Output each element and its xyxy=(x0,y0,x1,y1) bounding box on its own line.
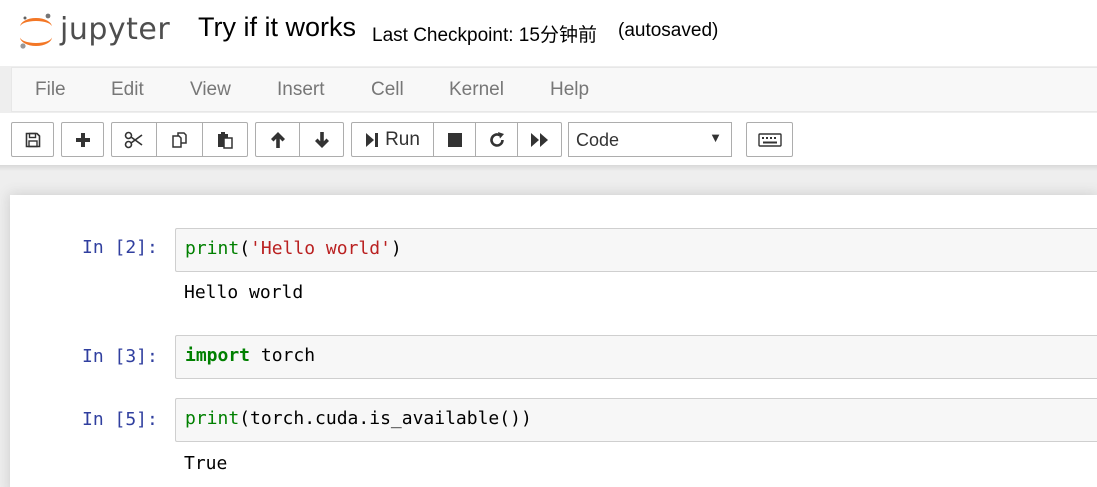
scissors-icon xyxy=(124,131,143,148)
code-text: print(torch.cuda.is_available()) xyxy=(185,408,532,429)
code-token-builtin: print xyxy=(185,408,240,429)
logo-text: jupyter xyxy=(60,12,171,47)
insert-cell-button[interactable] xyxy=(61,122,104,157)
save-icon xyxy=(25,132,40,147)
interrupt-kernel-button[interactable] xyxy=(433,122,476,157)
menu-cell[interactable]: Cell xyxy=(371,79,404,101)
menu-insert[interactable]: Insert xyxy=(277,79,325,101)
run-button[interactable]: Run xyxy=(351,122,434,157)
save-button[interactable] xyxy=(11,122,54,157)
move-up-button[interactable] xyxy=(255,122,300,157)
code-token-paren: ) xyxy=(390,238,402,259)
menu-kernel[interactable]: Kernel xyxy=(449,79,504,101)
run-label: Run xyxy=(385,128,420,150)
keyboard-icon xyxy=(757,132,782,147)
menu-view[interactable]: View xyxy=(190,79,231,101)
code-token-keyword: import xyxy=(185,345,251,366)
cell-type-select[interactable]: Code ▼ xyxy=(568,122,732,157)
jupyter-notebook-app: jupyter Try if it works Last Checkpoint:… xyxy=(0,0,1097,487)
code-input[interactable]: print(torch.cuda.is_available()) xyxy=(175,398,1097,442)
plus-icon xyxy=(75,132,90,147)
move-down-button[interactable] xyxy=(299,122,344,157)
input-prompt: In [2]: xyxy=(82,237,158,258)
copy-icon xyxy=(171,131,187,148)
run-icon xyxy=(366,132,379,147)
restart-run-all-button[interactable] xyxy=(517,122,562,157)
fast-forward-icon xyxy=(530,132,548,147)
code-token-plain: torch xyxy=(250,345,316,366)
arrow-up-icon xyxy=(270,131,285,148)
jupyter-logo-icon xyxy=(20,13,52,49)
menu-file[interactable]: File xyxy=(35,79,66,101)
paste-button[interactable] xyxy=(202,122,248,157)
menu-edit[interactable]: Edit xyxy=(111,79,144,101)
notebook-title[interactable]: Try if it works xyxy=(198,12,356,43)
code-token-string: 'Hello world' xyxy=(250,238,391,259)
paste-icon xyxy=(218,131,233,149)
code-input[interactable]: import torch xyxy=(175,335,1097,379)
jupyter-logo[interactable]: jupyter xyxy=(16,10,186,54)
toolbar: Run xyxy=(0,113,1097,165)
code-input[interactable]: print('Hello world') xyxy=(175,228,1097,272)
input-prompt: In [3]: xyxy=(82,346,158,367)
input-prompt: In [5]: xyxy=(82,409,158,430)
cut-button[interactable] xyxy=(111,122,157,157)
toolbar-shadow xyxy=(0,165,1097,171)
menu-help[interactable]: Help xyxy=(550,79,589,101)
restart-icon xyxy=(489,131,504,147)
cell-output: True xyxy=(184,453,228,474)
copy-button[interactable] xyxy=(156,122,203,157)
header: jupyter Try if it works Last Checkpoint:… xyxy=(0,0,1097,66)
code-token-plain: (torch.cuda.is_available()) xyxy=(239,408,532,429)
command-palette-button[interactable] xyxy=(746,122,793,157)
cell-type-value: Code xyxy=(576,130,620,150)
arrow-down-icon xyxy=(314,131,329,148)
chevron-down-icon: ▼ xyxy=(709,130,722,145)
stop-icon xyxy=(447,132,462,147)
code-text: import torch xyxy=(185,345,315,366)
notebook-container: In [2]: print('Hello world') Hello world… xyxy=(10,195,1097,487)
autosave-status: (autosaved) xyxy=(618,20,719,41)
code-text: print('Hello world') xyxy=(185,238,402,259)
cell-output: Hello world xyxy=(184,282,304,303)
code-token-builtin: print xyxy=(185,238,240,259)
menubar: File Edit View Insert Cell Kernel Help xyxy=(11,67,1097,112)
restart-kernel-button[interactable] xyxy=(475,122,518,157)
checkpoint-status: Last Checkpoint: 15分钟前 xyxy=(372,25,597,46)
code-token-paren: ( xyxy=(239,238,251,259)
